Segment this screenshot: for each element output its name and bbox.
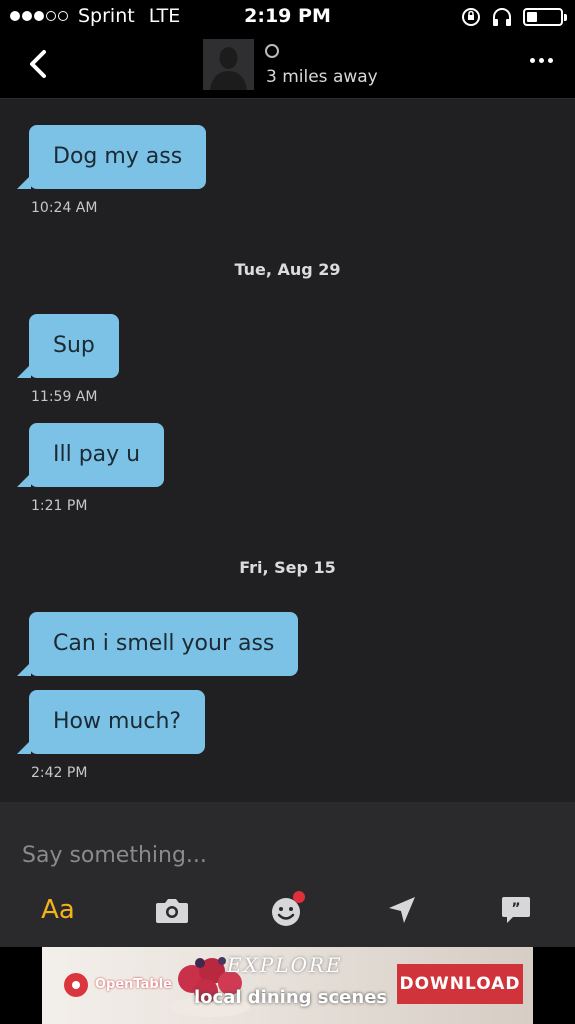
- text-format-label: Aa: [41, 895, 75, 925]
- rotation-lock-icon: [462, 8, 480, 26]
- message-bubble[interactable]: How much?: [29, 690, 206, 754]
- download-button[interactable]: DOWNLOAD: [397, 964, 523, 1004]
- opentable-logo-icon: [64, 973, 88, 997]
- svg-text:”: ”: [511, 901, 520, 917]
- chat-header: 3 miles away: [0, 34, 575, 99]
- composer: Aa ”: [0, 802, 575, 947]
- distance-label: 3 miles away: [266, 67, 378, 87]
- more-options-button[interactable]: [530, 58, 553, 63]
- person-placeholder-icon: [203, 39, 254, 90]
- status-bar: Sprint LTE 2:19 PM: [0, 0, 575, 34]
- message-bubble[interactable]: Dog my ass: [29, 125, 207, 189]
- online-status-icon: [265, 44, 279, 58]
- message-bubble[interactable]: Can i smell your ass: [29, 612, 299, 676]
- battery-icon: [523, 8, 567, 26]
- ad-tagline: local dining scenes: [194, 987, 388, 1008]
- ad-headline: EXPLORE: [227, 953, 343, 977]
- camera-button[interactable]: [152, 890, 192, 930]
- back-button[interactable]: [20, 44, 60, 84]
- date-separator: Tue, Aug 29: [234, 260, 341, 279]
- saved-phrases-button[interactable]: ”: [496, 890, 536, 930]
- saved-phrases-icon: ”: [502, 897, 530, 923]
- chevron-left-icon: [30, 50, 46, 78]
- headphones-icon: [493, 8, 511, 26]
- send-location-button[interactable]: [382, 890, 422, 930]
- ad-area: OpenTable EXPLORE local dining scenes DO…: [0, 947, 575, 1024]
- message-timestamp: 11:59 AM: [31, 389, 98, 405]
- ad-banner[interactable]: OpenTable EXPLORE local dining scenes DO…: [42, 947, 533, 1024]
- text-format-button[interactable]: Aa: [38, 890, 78, 930]
- message-bubble[interactable]: Ill pay u: [29, 423, 165, 487]
- message-list[interactable]: Dog my ass 10:24 AM Tue, Aug 29 Sup 11:5…: [0, 100, 575, 802]
- message-timestamp: 10:24 AM: [31, 200, 98, 216]
- message-bubble[interactable]: Sup: [29, 314, 119, 378]
- date-separator: Fri, Sep 15: [239, 558, 336, 577]
- location-arrow-icon: [389, 897, 415, 923]
- avatar[interactable]: [203, 39, 254, 90]
- message-timestamp: 2:42 PM: [31, 765, 88, 781]
- notification-dot: [293, 891, 305, 903]
- ad-brand: OpenTable: [95, 977, 172, 992]
- message-input[interactable]: [22, 837, 542, 873]
- sticker-button[interactable]: [267, 890, 307, 930]
- camera-icon: [156, 899, 188, 923]
- message-timestamp: 1:21 PM: [31, 498, 88, 514]
- sticker-icon: [272, 891, 305, 926]
- ellipsis-icon: [530, 58, 535, 63]
